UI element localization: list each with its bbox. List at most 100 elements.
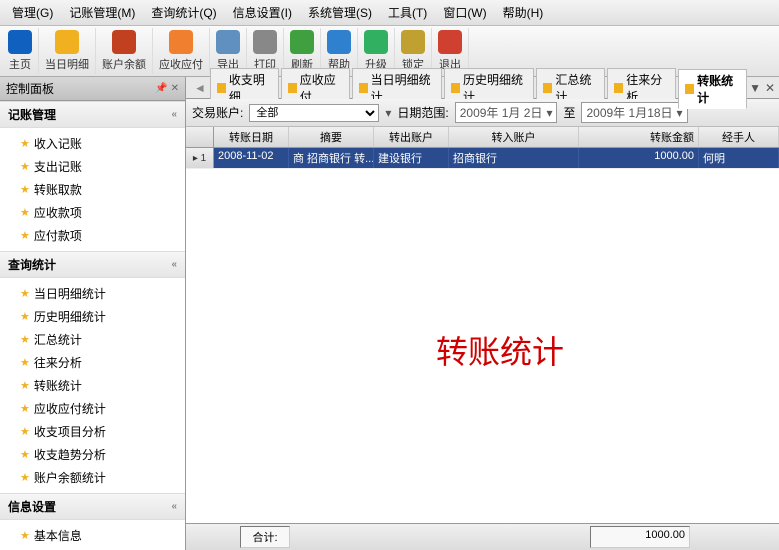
star-icon: ★	[20, 425, 30, 438]
menu-item[interactable]: 窗口(W)	[435, 2, 494, 23]
row-indicator: ▸ 1	[186, 148, 214, 168]
toolbar-icon	[438, 30, 462, 54]
star-icon: ★	[20, 529, 30, 542]
star-icon: ★	[20, 310, 30, 323]
tab-icon	[288, 83, 297, 93]
chevron-icon: «	[171, 501, 177, 512]
toolbar-icon	[216, 30, 240, 54]
tab-icon	[451, 83, 460, 93]
to-label: 至	[563, 104, 575, 121]
toolbar-icon	[253, 30, 277, 54]
cell-in: 招商银行	[449, 148, 579, 168]
group-header[interactable]: 查询统计«	[0, 251, 185, 278]
column-header[interactable]: 转账金额	[579, 127, 699, 147]
star-icon: ★	[20, 229, 30, 242]
toolbar-label: 当日明细	[45, 56, 89, 72]
chevron-icon: «	[171, 259, 177, 270]
account-select[interactable]: 全部	[249, 104, 379, 122]
column-header[interactable]: 经手人	[699, 127, 779, 147]
column-header[interactable]: 转账日期	[214, 127, 289, 147]
toolbar-button[interactable]: 当日明细	[39, 28, 96, 74]
grid-body: ▸ 12008-11-02商 招商银行 转...建设银行招商银行1000.00何…	[186, 148, 779, 169]
tab-dropdown-icon[interactable]: ▼	[749, 81, 761, 95]
group-header[interactable]: 记账管理«	[0, 101, 185, 128]
sidebar-item[interactable]: ★应收款项	[0, 201, 185, 224]
column-header[interactable]: 摘要	[289, 127, 374, 147]
sidebar-item[interactable]: ★应付款项	[0, 224, 185, 247]
footer-label: 合计:	[240, 526, 290, 548]
cell-date: 2008-11-02	[214, 148, 289, 168]
sidebar-item[interactable]: ★收支项目分析	[0, 420, 185, 443]
tab-icon	[217, 83, 226, 93]
menu-item[interactable]: 管理(G)	[4, 2, 61, 23]
sidebar-item[interactable]: ★历史明细统计	[0, 305, 185, 328]
group-header[interactable]: 信息设置«	[0, 493, 185, 520]
toolbar-icon	[327, 30, 351, 54]
footer: 合计: 1000.00	[186, 523, 779, 550]
sidebar-item[interactable]: ★转账统计	[0, 374, 185, 397]
dropdown-icon[interactable]: ▾	[385, 106, 391, 120]
date-to[interactable]: 2009年 1月18日▾	[581, 102, 687, 123]
tab-nav-left[interactable]: ◄	[190, 81, 210, 95]
star-icon: ★	[20, 448, 30, 461]
cell-summary: 商 招商银行 转...	[289, 148, 374, 168]
toolbar-button[interactable]: 主页	[2, 28, 39, 74]
tab[interactable]: 转账统计	[678, 69, 747, 109]
grid-header: 转账日期摘要转出账户转入账户转账金额经手人	[186, 127, 779, 148]
cell-amount: 1000.00	[579, 148, 699, 168]
sidebar-item[interactable]: ★支出记账	[0, 155, 185, 178]
sidebar-item[interactable]: ★基本信息	[0, 524, 185, 547]
tab-icon	[359, 83, 368, 93]
sidebar-item[interactable]: ★账户余额统计	[0, 466, 185, 489]
table-row[interactable]: ▸ 12008-11-02商 招商银行 转...建设银行招商银行1000.00何…	[186, 148, 779, 169]
data-grid: 转账日期摘要转出账户转入账户转账金额经手人 ▸ 12008-11-02商 招商银…	[186, 127, 779, 523]
sidebar: 控制面板 📌 ✕ 记账管理« ★收入记账★支出记账★转账取款★应收款项★应付款项查…	[0, 77, 186, 550]
sidebar-item[interactable]: ★收支趋势分析	[0, 443, 185, 466]
toolbar-button[interactable]: 应收应付	[153, 28, 210, 74]
chevron-icon: «	[171, 109, 177, 120]
toolbar-icon	[8, 30, 32, 54]
menu-item[interactable]: 记账管理(M)	[61, 2, 143, 23]
menu-item[interactable]: 系统管理(S)	[300, 2, 380, 23]
toolbar-icon	[401, 30, 425, 54]
star-icon: ★	[20, 402, 30, 415]
star-icon: ★	[20, 206, 30, 219]
sidebar-item[interactable]: ★收入记账	[0, 132, 185, 155]
column-header[interactable]: 转入账户	[449, 127, 579, 147]
sidebar-item[interactable]: ★转账取款	[0, 178, 185, 201]
menu-item[interactable]: 帮助(H)	[495, 2, 552, 23]
toolbar-label: 应收应付	[159, 56, 203, 72]
column-header[interactable]: 转出账户	[374, 127, 449, 147]
star-icon: ★	[20, 471, 30, 484]
star-icon: ★	[20, 379, 30, 392]
tab-icon	[543, 83, 552, 93]
sidebar-title-text: 控制面板	[6, 80, 54, 97]
star-icon: ★	[20, 333, 30, 346]
menu-item[interactable]: 查询统计(Q)	[143, 2, 224, 23]
sidebar-title: 控制面板 📌 ✕	[0, 77, 185, 101]
tab-close-icon[interactable]: ✕	[765, 81, 775, 95]
sidebar-item[interactable]: ★往来分析	[0, 351, 185, 374]
menu-item[interactable]: 工具(T)	[380, 2, 435, 23]
cell-person: 何明	[699, 148, 779, 168]
row-header-corner	[186, 127, 214, 147]
menu-item[interactable]: 信息设置(I)	[225, 2, 300, 23]
sidebar-item[interactable]: ★应收应付统计	[0, 397, 185, 420]
content-area: ◄ 收支明细应收应付当日明细统计历史明细统计汇总统计往来分析转账统计▼✕ 交易账…	[186, 77, 779, 550]
toolbar-label: 账户余额	[102, 56, 146, 72]
star-icon: ★	[20, 160, 30, 173]
pin-icon[interactable]: 📌 ✕	[155, 83, 179, 94]
watermark: 转账统计	[436, 327, 564, 373]
star-icon: ★	[20, 137, 30, 150]
toolbar-button[interactable]: 账户余额	[96, 28, 153, 74]
sidebar-item[interactable]: ★当日明细统计	[0, 282, 185, 305]
toolbar-icon	[364, 30, 388, 54]
sidebar-item[interactable]: ★汇总统计	[0, 328, 185, 351]
star-icon: ★	[20, 287, 30, 300]
account-label: 交易账户:	[192, 104, 243, 121]
date-from[interactable]: 2009年 1月 2日▾	[455, 102, 558, 123]
cell-out: 建设银行	[374, 148, 449, 168]
footer-total: 1000.00	[590, 526, 690, 548]
toolbar-icon	[290, 30, 314, 54]
sidebar-body: 记账管理« ★收入记账★支出记账★转账取款★应收款项★应付款项查询统计« ★当日明细…	[0, 101, 185, 550]
